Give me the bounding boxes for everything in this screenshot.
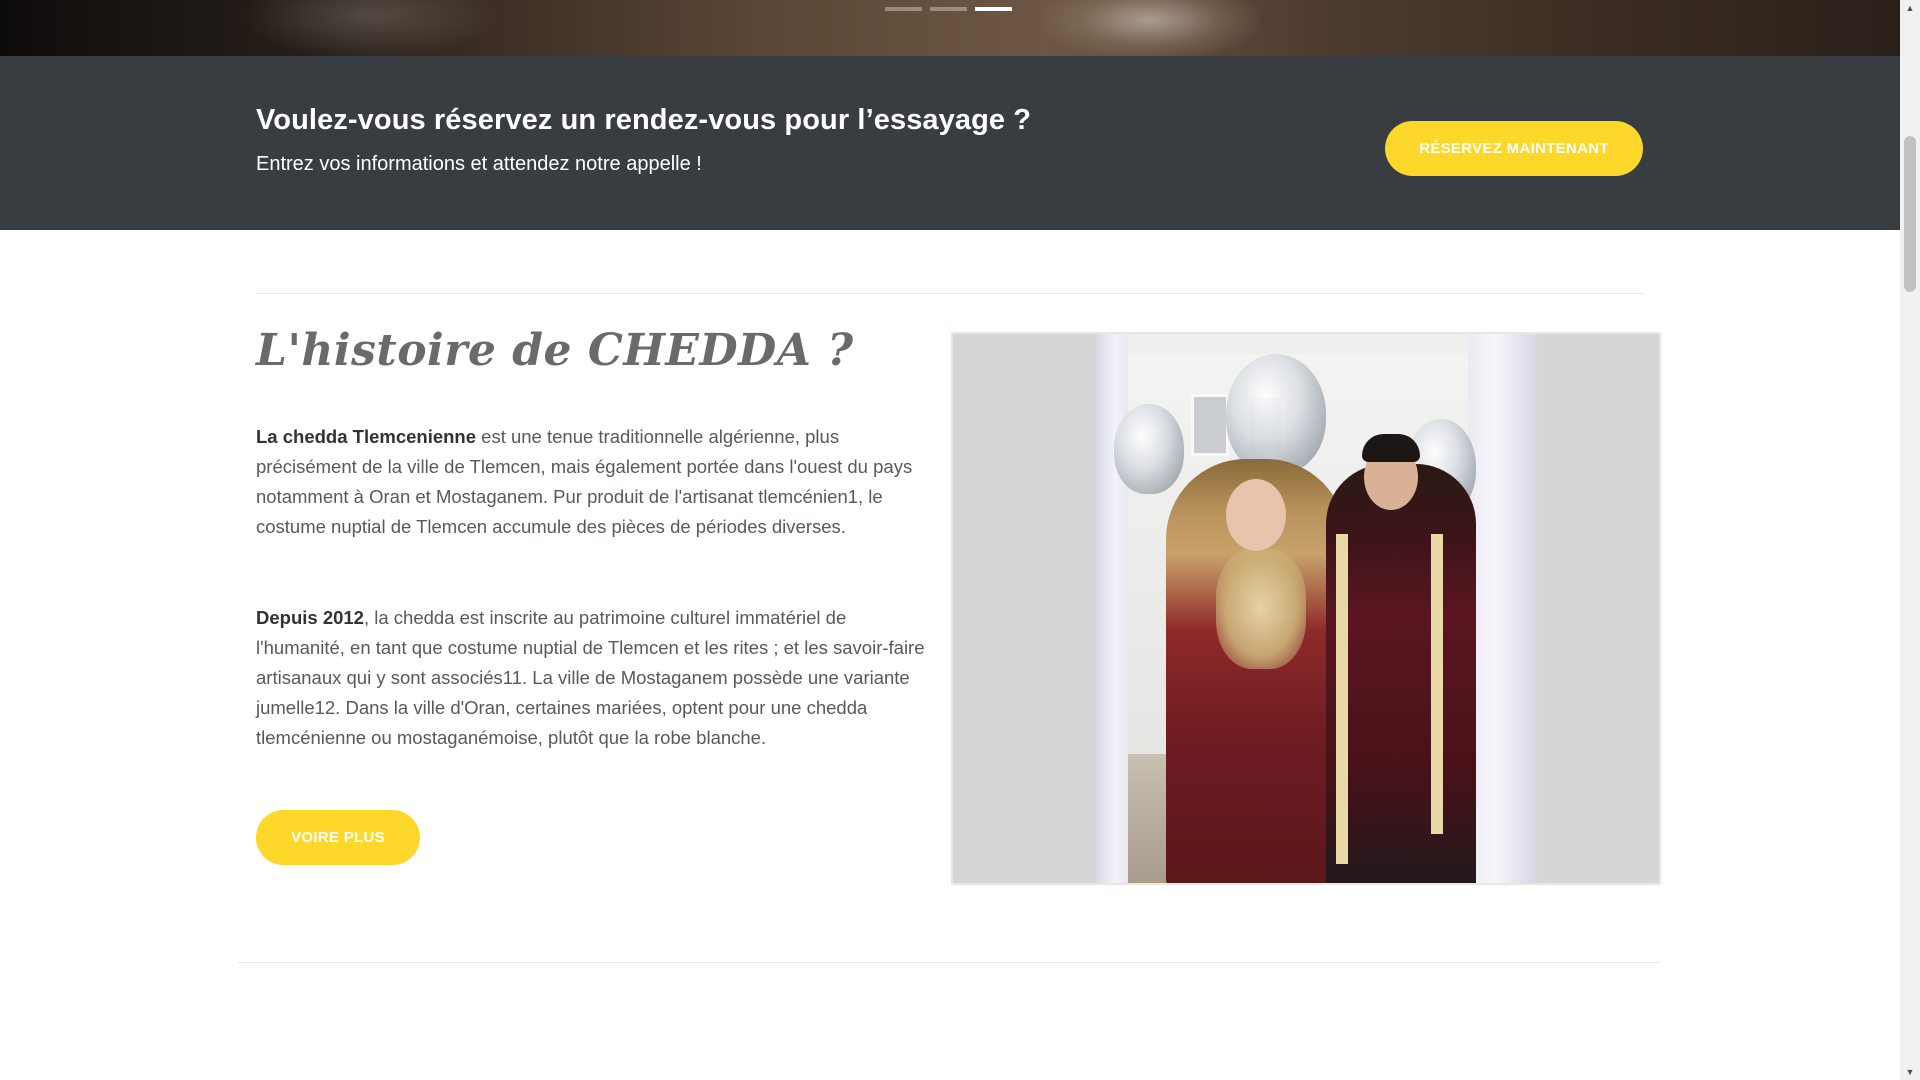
hero-slider	[0, 0, 1900, 56]
scrollbar-thumb[interactable]	[1904, 136, 1916, 292]
history-paragraph-2: Depuis 2012, la chedda est inscrite au p…	[256, 603, 936, 753]
photo-groom	[1326, 464, 1476, 883]
photo-bride-jewelry	[1216, 549, 1306, 669]
cta-title: Voulez-vous réservez un rendez-vous pour…	[256, 104, 1032, 136]
slider-dot-2[interactable]	[930, 7, 967, 11]
section-divider-bottom	[238, 962, 1660, 963]
scroll-up-icon[interactable]: ▲	[1900, 0, 1920, 16]
paragraph-2-text: , la chedda est inscrite au patrimoine c…	[256, 607, 925, 748]
see-more-button[interactable]: VOIRE PLUS	[256, 810, 420, 865]
section-divider-top	[256, 293, 1644, 294]
photo-curtain-right	[1468, 334, 1538, 883]
cta-subtitle: Entrez vos informations et attendez notr…	[256, 153, 702, 175]
book-now-button[interactable]: RÉSERVEZ MAINTENANT	[1385, 121, 1643, 176]
story-image-frame	[951, 332, 1661, 885]
slider-dot-1[interactable]	[885, 7, 922, 11]
photo-groom-hair	[1362, 434, 1420, 462]
page-scrollbar[interactable]: ▲ ▼	[1900, 0, 1920, 1080]
photo-bride-face	[1226, 479, 1286, 551]
appointment-cta-band: Voulez-vous réservez un rendez-vous pour…	[0, 56, 1900, 230]
section-title: L'histoire de CHEDDA ?	[256, 325, 854, 376]
paragraph-1-highlight: La chedda Tlemcenienne	[256, 426, 477, 447]
slider-dots	[885, 7, 1012, 11]
slider-dot-3-active[interactable]	[975, 7, 1012, 11]
photo-chandelier	[1114, 404, 1184, 494]
scroll-down-icon[interactable]: ▼	[1900, 1064, 1920, 1080]
history-paragraph-1: La chedda Tlemcenienne est une tenue tra…	[256, 422, 936, 542]
photo-chandelier	[1226, 354, 1326, 474]
hero-image-lace	[1040, 0, 1260, 56]
photo-groom-trim	[1336, 534, 1348, 864]
photo-window	[1191, 394, 1229, 456]
photo-groom-trim	[1431, 534, 1443, 834]
wedding-couple-photo	[1096, 334, 1538, 883]
hero-image-detail	[240, 0, 500, 56]
paragraph-2-highlight: Depuis 2012	[256, 607, 364, 628]
